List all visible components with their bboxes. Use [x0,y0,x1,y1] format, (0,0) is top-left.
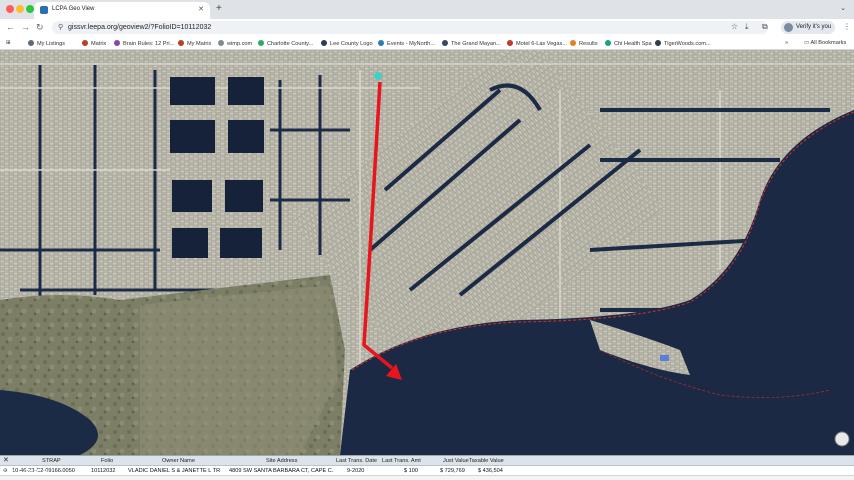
taxable-value-cell: $ 436,504 [478,468,503,474]
compass-icon[interactable] [834,431,850,447]
bookmark-favicon-icon [258,40,264,46]
tab-title: LCPA Geo View [52,6,95,12]
forward-arrow-icon[interactable]: → [21,22,30,32]
menu-kebab-icon[interactable]: ⋮ [843,22,851,31]
maximize-window-button[interactable] [26,5,34,13]
bookmark-item[interactable]: Lee County Logo [321,40,373,47]
verify-profile-button[interactable]: Verify it's you [781,21,835,34]
column-header[interactable]: Last Trans. Amt [382,458,421,464]
bookmark-favicon-icon [218,40,224,46]
bookmark-item[interactable]: TigerWoods.com... [655,40,711,47]
column-header[interactable]: Last Trans. Date [336,458,377,464]
bookmark-item[interactable]: Matrix [82,40,106,47]
close-table-icon[interactable]: ✕ [3,457,10,464]
bookmark-favicon-icon [178,40,184,46]
column-header[interactable]: Owner Name [162,458,195,464]
bookmark-item[interactable]: wimp.com [218,40,252,47]
bookmark-item[interactable]: Brain Rules: 12 Pri... [114,40,174,47]
bookmark-favicon-icon [655,40,661,46]
tab-search-chevron-icon[interactable]: ⌄ [840,4,846,12]
bookmark-favicon-icon [321,40,327,46]
bookmark-item[interactable]: Motel 6-Las Vegas... [507,40,567,47]
lcpa-favicon-icon [40,6,48,14]
attribute-table: ✕ STRAP Folio Owner Name Site Address La… [0,455,854,480]
bookmark-item[interactable]: My Listings [28,40,65,47]
table-row[interactable]: ⊕ 10-46-23-C2-09166.0050 10112032 VLADIC… [0,466,854,476]
extensions-icon[interactable]: ⧉ [762,22,768,32]
column-header[interactable]: Just Value [443,458,469,464]
download-icon[interactable]: ⤓ [745,22,749,32]
bookmarks-bar: ⊞ My Listings Matrix Brain Rules: 12 Pri… [0,36,854,50]
folio-cell: 10112032 [91,468,116,474]
property-marker[interactable] [660,355,669,361]
column-header[interactable]: Site Address [266,458,297,464]
bookmark-favicon-icon [507,40,513,46]
bookmark-item[interactable]: My Matrix [178,40,211,47]
all-bookmarks-button[interactable]: ▭ All Bookmarks [804,40,846,46]
date-cell: 9-2020 [347,468,365,474]
column-header[interactable]: Folio [101,458,113,464]
start-marker-icon[interactable] [374,72,382,80]
bookmark-item[interactable]: The Grand Mayan... [442,40,501,47]
close-window-button[interactable] [6,5,14,13]
satellite-map[interactable] [0,50,854,455]
back-arrow-icon[interactable]: ← [6,22,15,32]
bookmark-item[interactable]: Charlotte County... [258,40,313,47]
apps-grid-icon[interactable]: ⊞ [6,40,11,46]
bookmark-item[interactable]: Events - MyNorth... [378,40,435,47]
just-value-cell: $ 729,769 [440,468,465,474]
avatar [784,23,793,32]
bookmark-item[interactable]: Results [570,40,598,47]
map-view[interactable] [0,50,854,455]
bookmark-favicon-icon [442,40,448,46]
plus-icon[interactable]: + [216,3,222,14]
owner-cell: VLADIC DANIEL S & JANETTE L TR [128,468,221,474]
address-cell: 4809 SW SANTA BARBARA CT, CAPE C... [229,468,334,474]
column-header[interactable]: STRAP [42,458,61,464]
browser-tab[interactable]: LCPA Geo View ✕ [34,2,210,19]
bookmark-item[interactable]: Chi Health Spa [605,40,652,47]
url-text[interactable]: gissvr.leepa.org/geoview2/?FolioID=10112… [68,24,211,31]
verify-label: Verify it's you [796,24,832,30]
bookmark-favicon-icon [605,40,611,46]
table-header: ✕ STRAP Folio Owner Name Site Address La… [0,456,854,466]
amount-cell: $ 100 [404,468,418,474]
bookmark-favicon-icon [378,40,384,46]
bookmark-favicon-icon [28,40,34,46]
site-info-icon[interactable]: ⚲ [58,23,63,31]
open-field [140,285,338,455]
watermark: MY CANALS [4,469,49,476]
bookmark-star-icon[interactable]: ☆ [731,22,738,31]
column-header[interactable]: Taxable Value [469,458,504,464]
address-bar[interactable]: ⚲ gissvr.leepa.org/geoview2/?FolioID=101… [52,21,768,34]
minimize-window-button[interactable] [16,5,24,13]
reload-icon[interactable]: ↻ [36,22,44,33]
bookmark-favicon-icon [82,40,88,46]
bookmarks-overflow-icon[interactable]: » [785,40,788,46]
browser-toolbar: ← → ↻ ⚲ gissvr.leepa.org/geoview2/?Folio… [0,19,854,36]
close-tab-icon[interactable]: ✕ [198,5,204,13]
bookmark-favicon-icon [114,40,120,46]
browser-tab-bar: LCPA Geo View ✕ + ⌄ [0,0,854,19]
bookmark-favicon-icon [570,40,576,46]
